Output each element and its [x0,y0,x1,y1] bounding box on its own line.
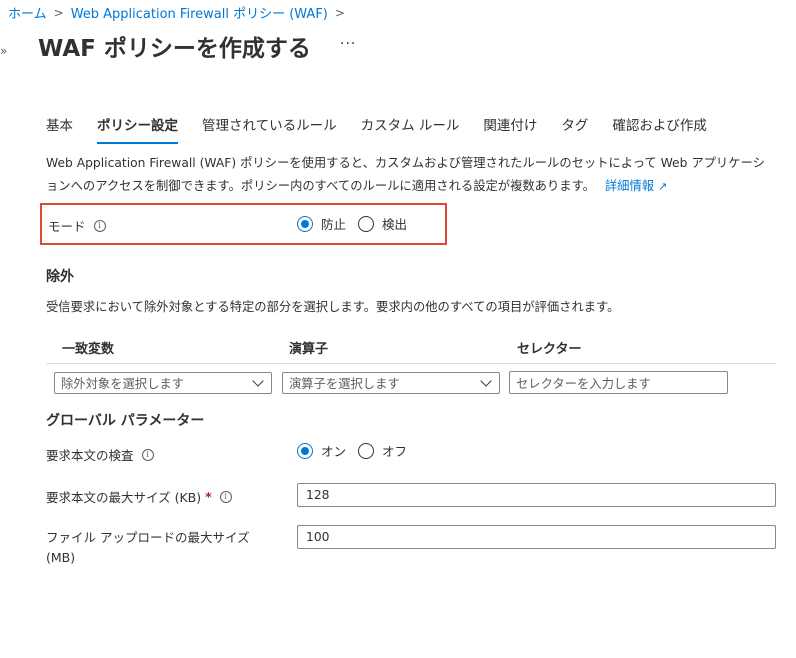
inspect-body-label: 要求本文の検査 i [46,445,154,464]
column-header-selector: セレクター [517,342,582,357]
page-description: Web Application Firewall (WAF) ポリシーを使用する… [46,152,776,198]
max-upload-size-label: ファイル アップロードの最大サイズ (MB) [46,530,250,565]
inspect-on-label: オン [321,444,347,459]
chevron-down-icon [480,375,492,387]
inspect-on-radio[interactable] [297,442,313,459]
mode-detection-label: 検出 [382,217,408,232]
chevron-right-icon: > [334,5,345,20]
page-title: WAF ポリシーを作成する [38,36,311,62]
breadcrumb-home[interactable]: ホーム [8,3,47,22]
expand-menu-icon[interactable]: » [0,44,7,58]
exclusions-description: 受信要求において除外対象とする特定の部分を選択します。要求内の他のすべての項目が… [46,300,620,314]
inspect-body-radio-group: オン オフ [297,441,419,460]
operator-dropdown[interactable]: 演算子を選択します [282,372,500,394]
max-body-size-label: 要求本文の最大サイズ (KB) * i [46,487,232,506]
chevron-right-icon: > [53,5,64,20]
inspect-off-label: オフ [382,444,408,459]
mode-detection-radio[interactable] [358,215,375,232]
tab-custom-rules[interactable]: カスタム ルール [361,114,460,144]
tab-tags[interactable]: タグ [561,114,588,144]
exclusions-heading: 除外 [46,269,74,285]
max-upload-size-input[interactable]: 100 [297,525,776,549]
selector-input[interactable]: セレクターを入力します [509,371,728,394]
mode-prevention-radio[interactable] [297,215,313,232]
learn-more-link[interactable]: 詳細情報 ↗ [605,179,667,193]
tab-policy-settings[interactable]: ポリシー設定 [97,114,178,144]
tab-associations[interactable]: 関連付け [483,114,537,144]
tab-basics[interactable]: 基本 [46,114,73,144]
match-variable-dropdown[interactable]: 除外対象を選択します [54,372,272,394]
tab-review-create[interactable]: 確認および作成 [612,114,707,144]
column-header-operator: 演算子 [289,342,329,357]
mode-prevention-label: 防止 [321,217,347,232]
info-icon[interactable]: i [219,490,232,503]
inspect-off-radio[interactable] [358,442,375,459]
info-icon[interactable]: i [141,448,154,461]
required-marker: * [205,489,212,504]
max-body-size-input[interactable]: 128 [297,483,776,507]
tab-managed-rules[interactable]: 管理されているルール [202,114,337,144]
mode-label: モード i [48,216,106,235]
tab-bar: 基本 ポリシー設定 管理されているルール カスタム ルール 関連付け タグ 確認… [46,114,731,144]
divider [46,363,776,364]
external-link-icon: ↗ [657,180,668,193]
global-parameters-heading: グローバル パラメーター [46,413,205,429]
info-icon[interactable]: i [93,219,106,232]
more-options-button[interactable]: ··· [340,36,356,52]
breadcrumb: ホーム > Web Application Firewall ポリシー (WAF… [8,3,352,23]
chevron-down-icon [252,375,264,387]
column-header-match-variable: 一致変数 [62,342,115,357]
mode-radio-group: 防止 検出 [297,214,419,233]
breadcrumb-waf-policies[interactable]: Web Application Firewall ポリシー (WAF) [71,3,328,22]
